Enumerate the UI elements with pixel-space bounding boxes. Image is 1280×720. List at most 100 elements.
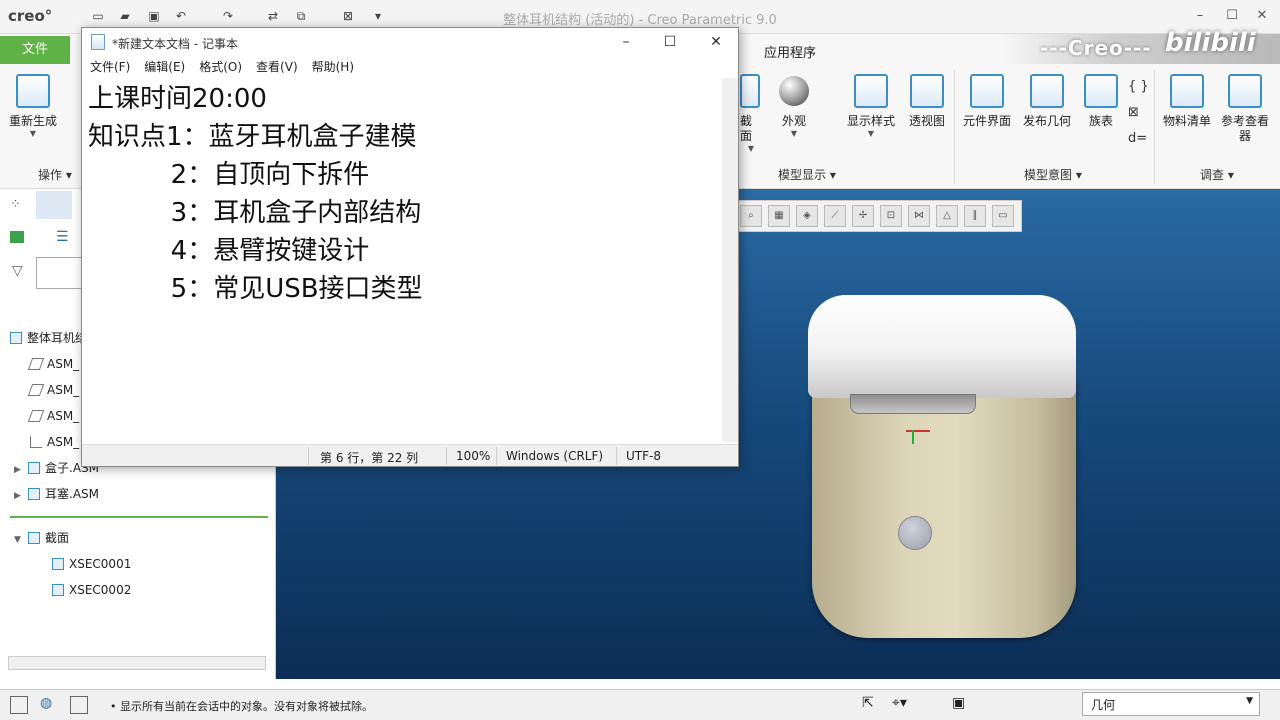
file-tab[interactable]: 文件 bbox=[0, 36, 70, 64]
layout-icon[interactable] bbox=[10, 696, 28, 714]
tree-item[interactable]: ASM_ bbox=[27, 353, 79, 375]
notepad-maximize-icon[interactable]: ☐ bbox=[660, 33, 680, 51]
menu-edit[interactable]: 编辑(E) bbox=[144, 58, 185, 76]
notepad-window: *新建文本文档 - 记事本 – ☐ ✕ 文件(F) 编辑(E) 格式(O) 查看(V)… bbox=[81, 27, 739, 467]
view-manager-icon[interactable]: ◈ bbox=[796, 205, 818, 227]
section-button[interactable]: 截面 ▼ bbox=[740, 72, 762, 153]
filter-icon[interactable]: ▽ bbox=[12, 263, 23, 279]
tree-item[interactable]: ASM_ bbox=[27, 379, 79, 401]
divider bbox=[954, 70, 955, 184]
menu-view[interactable]: 查看(V) bbox=[256, 58, 298, 76]
cursor-position: 第 6 行，第 22 列 bbox=[320, 451, 419, 465]
close-window-quick-icon[interactable]: ⊠ bbox=[340, 9, 356, 23]
csys-y-axis bbox=[912, 430, 914, 444]
graphics-toolbar: ⌕ ▦ ◈ ⟋ ✢ ⊡ ⋈ △ ∥ ▭ bbox=[736, 200, 1022, 232]
group-operations[interactable]: 操作 ▾ bbox=[38, 166, 72, 183]
tree-sections[interactable]: ▼ 截面 bbox=[14, 527, 69, 549]
reference-viewer-icon bbox=[1228, 74, 1262, 108]
find-icon[interactable]: ⌖▾ bbox=[892, 695, 907, 711]
model-intent-small-icons[interactable]: { } ⊠ d= bbox=[1128, 74, 1149, 152]
show-icon[interactable] bbox=[10, 231, 24, 243]
menu-help[interactable]: 帮助(H) bbox=[312, 58, 354, 76]
redo-icon[interactable]: ↷ bbox=[220, 9, 236, 23]
section-icon bbox=[740, 74, 760, 108]
display-style-button[interactable]: 显示样式 ▼ bbox=[842, 72, 900, 152]
divider bbox=[616, 447, 617, 465]
notepad-icon bbox=[91, 34, 105, 50]
appearance-toggle-icon[interactable]: ▭ bbox=[992, 205, 1014, 227]
appearance-button[interactable]: 外观 ▼ bbox=[765, 72, 823, 152]
notepad-title-bar[interactable]: *新建文本文档 - 记事本 – ☐ ✕ bbox=[82, 28, 738, 58]
folder-browser-tab-icon[interactable] bbox=[36, 191, 72, 219]
divider bbox=[446, 447, 447, 465]
tab-applications[interactable]: 应用程序 bbox=[764, 42, 816, 61]
fullscreen-icon[interactable] bbox=[70, 696, 88, 714]
family-table-button[interactable]: 族表 bbox=[1072, 72, 1130, 152]
brand-text: ---Creo--- bbox=[1040, 36, 1152, 60]
divider bbox=[308, 447, 309, 465]
selection-filter-select[interactable]: 几何 ▼ bbox=[1082, 692, 1260, 716]
spin-center-icon[interactable]: ✢ bbox=[852, 205, 874, 227]
tree-root[interactable]: 整体耳机结 bbox=[10, 327, 87, 349]
zoom-icon[interactable]: ⌕ bbox=[740, 205, 762, 227]
publish-geometry-button[interactable]: 发布几何 bbox=[1018, 72, 1076, 152]
datum-display-icon[interactable]: ⟋ bbox=[824, 205, 846, 227]
open-folder-icon[interactable]: ▰ bbox=[117, 9, 133, 23]
group-model-intent[interactable]: 模型意图 ▾ bbox=[1024, 166, 1082, 183]
undo-icon[interactable]: ↶ bbox=[173, 9, 189, 23]
pause-icon[interactable]: ∥ bbox=[964, 205, 986, 227]
horizontal-scrollbar[interactable] bbox=[8, 656, 266, 670]
case-button[interactable] bbox=[898, 516, 932, 550]
minimize-icon[interactable]: – bbox=[1190, 8, 1210, 24]
notepad-text-area[interactable]: 上课时间20:00 知识点1：蓝牙耳机盒子建模 2：自顶向下拆件 3：耳机盒子内… bbox=[88, 80, 722, 442]
select-icon[interactable]: ⇱ bbox=[862, 695, 874, 711]
annotation-display-icon[interactable]: ⊡ bbox=[880, 205, 902, 227]
triangle-icon[interactable]: △ bbox=[936, 205, 958, 227]
regenerate-button[interactable]: 重新生成 ▼ bbox=[4, 72, 62, 152]
display-style-icon bbox=[854, 74, 888, 108]
list-icon[interactable]: ☰ bbox=[56, 229, 69, 245]
save-icon[interactable]: ▣ bbox=[146, 9, 162, 23]
customize-quick-access-icon[interactable]: ▾ bbox=[370, 9, 386, 23]
tree-item[interactable]: ASM_ bbox=[27, 405, 79, 427]
notepad-minimize-icon[interactable]: – bbox=[616, 33, 636, 51]
tree-section-item[interactable]: XSEC0001 bbox=[52, 553, 131, 575]
close-icon[interactable]: ✕ bbox=[1252, 8, 1272, 24]
component-interface-button[interactable]: 元件界面 bbox=[958, 72, 1016, 152]
reference-viewer-button[interactable]: 参考查看器 bbox=[1216, 72, 1274, 152]
tree-section-item[interactable]: XSEC0002 bbox=[52, 579, 131, 601]
browser-icon[interactable]: ◍ bbox=[40, 695, 52, 711]
bilibili-watermark: bilibili bbox=[1165, 28, 1256, 58]
datum-points-icon[interactable]: ⋈ bbox=[908, 205, 930, 227]
group-model-display[interactable]: 模型显示 ▾ bbox=[778, 166, 836, 183]
zoom-level: 100% bbox=[456, 449, 491, 463]
csys-x-axis bbox=[906, 430, 930, 432]
component-interface-icon bbox=[970, 74, 1004, 108]
bom-icon bbox=[1170, 74, 1204, 108]
encoding: UTF-8 bbox=[626, 449, 661, 463]
tree-item[interactable]: ASM_ bbox=[30, 431, 79, 453]
group-investigate[interactable]: 调查 ▾ bbox=[1200, 166, 1234, 183]
divider bbox=[1154, 70, 1155, 184]
regenerate-quick-icon[interactable]: ⇄ bbox=[265, 9, 281, 23]
maximize-icon[interactable]: ☐ bbox=[1222, 8, 1242, 24]
chevron-down-icon: ▼ bbox=[747, 144, 755, 153]
saved-views-icon[interactable]: ▦ bbox=[768, 205, 790, 227]
tree-item[interactable]: ▶ 耳塞.ASM bbox=[14, 483, 99, 505]
search-input[interactable] bbox=[36, 257, 84, 289]
notepad-vertical-scrollbar[interactable] bbox=[722, 78, 738, 442]
bom-button[interactable]: 物料清单 bbox=[1158, 72, 1216, 152]
model-tree-tab-icon[interactable]: ⁘ bbox=[10, 197, 21, 212]
windows-icon[interactable]: ⧉ bbox=[293, 9, 309, 23]
earbud-case-lid[interactable] bbox=[808, 295, 1076, 398]
notepad-close-icon[interactable]: ✕ bbox=[706, 33, 726, 51]
new-file-icon[interactable]: ▭ bbox=[90, 9, 106, 23]
case-opening-slot[interactable] bbox=[850, 394, 976, 414]
perspective-button[interactable]: 透视图 bbox=[898, 72, 956, 152]
chevron-down-icon: ▼ bbox=[867, 129, 875, 138]
menu-file[interactable]: 文件(F) bbox=[90, 58, 130, 76]
regenerate-icon bbox=[16, 74, 50, 108]
insert-here-indicator[interactable] bbox=[10, 516, 268, 518]
selection-buffer-icon[interactable]: ▣ bbox=[952, 695, 965, 711]
menu-format[interactable]: 格式(O) bbox=[199, 58, 242, 76]
